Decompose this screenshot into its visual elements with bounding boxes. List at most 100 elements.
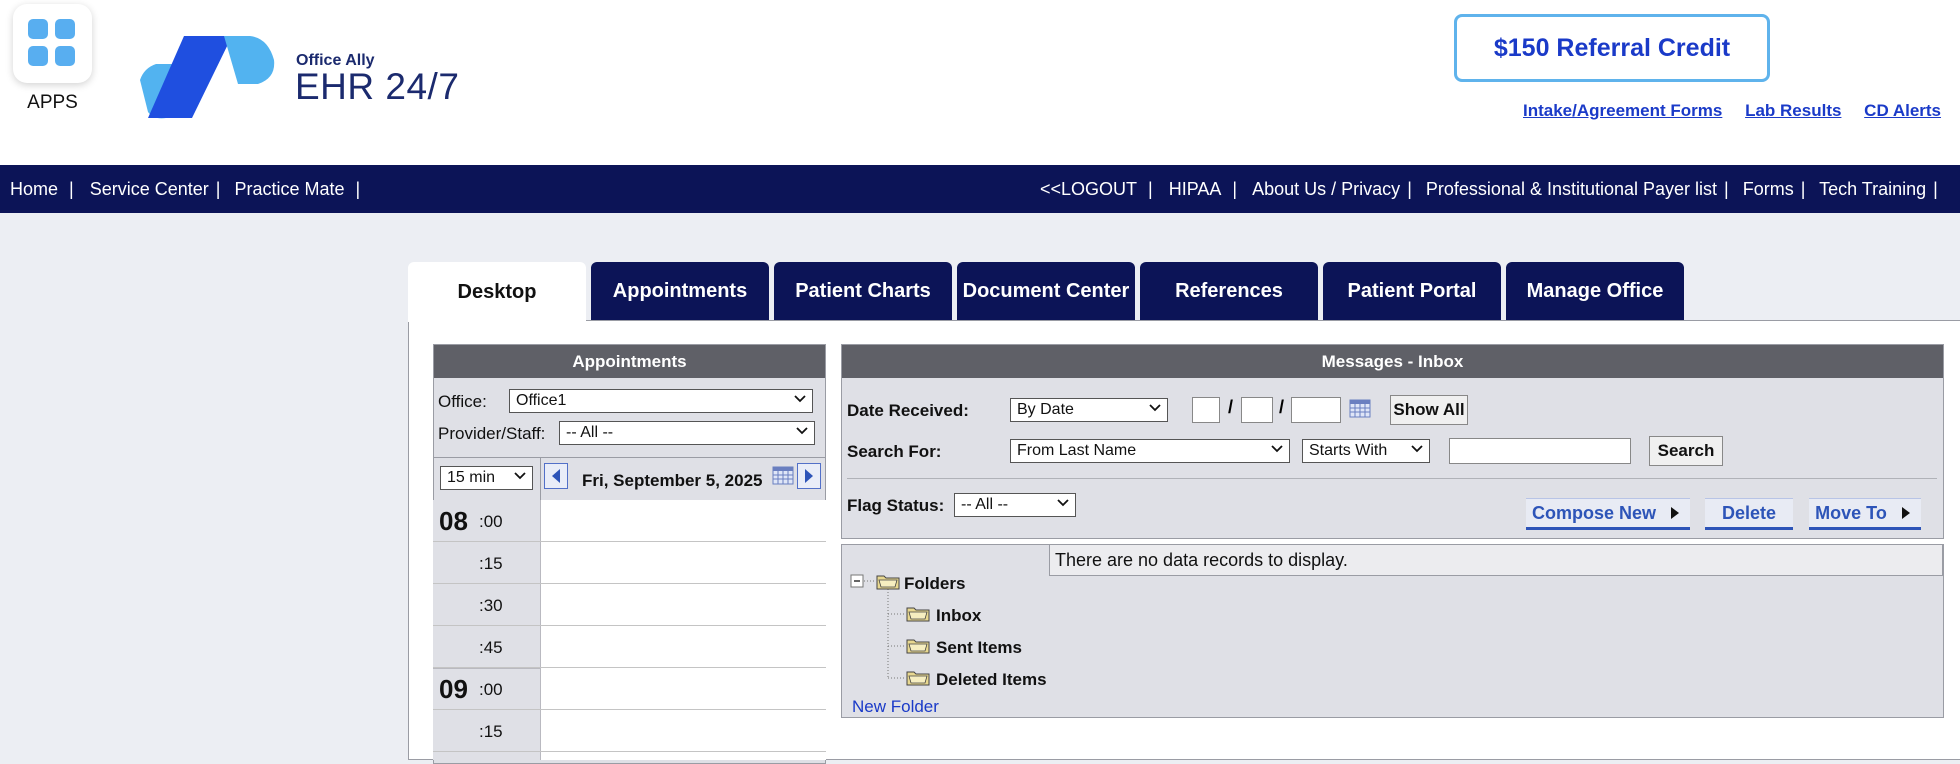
arrow-right-icon [805, 469, 813, 483]
nav-forms[interactable]: Forms [1743, 179, 1794, 199]
referral-credit-button[interactable]: $150 Referral Credit [1454, 14, 1770, 82]
main-nav: Home | Service Center | Practice Mate | <<L… [0, 165, 1960, 213]
date-received-label: Date Received: [847, 401, 969, 420]
appointments-title: Appointments [434, 345, 825, 378]
search-mode-select[interactable]: Starts With [1302, 439, 1430, 463]
nav-separator: | [1800, 179, 1806, 199]
chevron-down-icon [1271, 445, 1283, 453]
nav-practice-mate[interactable]: Practice Mate [234, 179, 344, 199]
provider-label: Provider/Staff: [438, 424, 546, 443]
apps-grid-icon [55, 19, 75, 39]
apps-grid-icon [28, 46, 48, 66]
chevron-down-icon [514, 472, 526, 480]
flag-status-select[interactable]: -- All -- [954, 493, 1076, 517]
calendar-icon[interactable] [1349, 398, 1371, 418]
chevron-down-icon [1149, 404, 1161, 412]
date-received-value: By Date [1017, 401, 1074, 418]
office-select-value: Office1 [516, 392, 567, 409]
search-field-select[interactable]: From Last Name [1010, 439, 1290, 463]
hour-divider [433, 668, 541, 669]
divider [434, 457, 825, 458]
minute-label: :30 [479, 596, 503, 615]
nav-about-privacy[interactable]: About Us / Privacy [1252, 179, 1400, 199]
logo-product-text: EHR 24/7 [295, 66, 460, 107]
nav-payer-list[interactable]: Professional & Institutional Payer list [1426, 179, 1717, 199]
chevron-down-icon [1057, 499, 1069, 507]
folder-deleted-items[interactable]: Deleted Items [936, 670, 1047, 690]
search-input[interactable] [1449, 438, 1631, 464]
folder-inbox[interactable]: Inbox [936, 606, 981, 626]
prev-day-button[interactable] [544, 463, 568, 489]
delete-button[interactable]: Delete [1705, 498, 1793, 530]
nav-separator: | [1933, 179, 1938, 199]
new-folder-link[interactable]: New Folder [852, 697, 939, 717]
calendar-icon[interactable] [772, 465, 794, 485]
appointment-date: Fri, September 5, 2025 [582, 471, 763, 490]
appointment-time-grid: 08 :00 :15 :30 :45 09 :00 :15 [433, 500, 826, 760]
tab-patient-portal[interactable]: Patient Portal [1323, 262, 1501, 320]
arrow-left-icon [552, 469, 560, 483]
minute-label: :15 [479, 554, 503, 573]
provider-select-value: -- All -- [566, 424, 614, 441]
nav-separator: | [69, 179, 74, 199]
compose-new-label: Compose New [1531, 502, 1657, 523]
link-intake-forms[interactable]: Intake/Agreement Forms [1523, 101, 1722, 120]
nav-tech-training[interactable]: Tech Training [1819, 179, 1926, 199]
office-select[interactable]: Office1 [509, 389, 813, 413]
date-day-input[interactable] [1241, 397, 1273, 423]
nav-separator: | [355, 179, 361, 199]
show-all-button[interactable]: Show All [1390, 395, 1468, 425]
folder-icon [906, 607, 930, 622]
folders-root-icon [876, 575, 900, 590]
apps-grid-icon [55, 46, 75, 66]
tab-patient-charts[interactable]: Patient Charts [774, 262, 952, 320]
hour-label: 08 [439, 506, 468, 536]
folder-sent-items[interactable]: Sent Items [936, 638, 1022, 658]
nav-hipaa[interactable]: HIPAA [1169, 179, 1222, 199]
provider-select[interactable]: -- All -- [559, 421, 815, 445]
flag-status-label: Flag Status: [847, 496, 945, 515]
folders-root[interactable]: Folders [904, 574, 965, 594]
date-separator: / [1228, 397, 1234, 417]
date-month-input[interactable] [1192, 397, 1220, 423]
tab-references[interactable]: References [1140, 262, 1318, 320]
tab-manage-office[interactable]: Manage Office [1506, 262, 1684, 320]
apps-grid-icon [28, 19, 48, 39]
date-year-input[interactable] [1291, 397, 1341, 423]
minute-label: :15 [479, 722, 503, 741]
hour-label: 09 [439, 674, 468, 704]
tree-branches [888, 613, 904, 679]
top-links: Intake/Agreement Forms Lab Results CD Al… [1523, 101, 1960, 121]
tab-appointments[interactable]: Appointments [591, 262, 769, 320]
search-mode-value: Starts With [1309, 442, 1388, 459]
next-day-button[interactable] [797, 463, 821, 489]
compose-new-button[interactable]: Compose New [1526, 498, 1690, 530]
link-lab-results[interactable]: Lab Results [1745, 101, 1841, 120]
nav-logout[interactable]: <<LOGOUT [1040, 179, 1137, 199]
tab-desktop[interactable]: Desktop [408, 262, 586, 322]
chevron-down-icon [794, 395, 806, 403]
date-separator: / [1279, 397, 1285, 417]
move-to-button[interactable]: Move To [1809, 498, 1921, 530]
apps-label: APPS [27, 92, 78, 113]
interval-select[interactable]: 15 min [440, 466, 533, 490]
flag-status-value: -- All -- [961, 496, 1009, 513]
link-cd-alerts[interactable]: CD Alerts [1864, 101, 1941, 120]
search-field-value: From Last Name [1017, 442, 1137, 459]
chevron-down-icon [796, 427, 808, 435]
date-received-select[interactable]: By Date [1010, 398, 1168, 422]
nav-service-center[interactable]: Service Center [90, 179, 209, 199]
nav-separator: | [1407, 179, 1412, 199]
office-ally-logo-icon [140, 36, 275, 119]
tab-document-center[interactable]: Document Center [957, 262, 1135, 320]
interval-select-value: 15 min [447, 469, 496, 486]
nav-separator: | [1232, 179, 1238, 199]
caret-right-icon [1671, 507, 1680, 519]
nav-home[interactable]: Home [10, 179, 58, 199]
apps-button[interactable] [13, 4, 92, 83]
nav-separator: | [1148, 179, 1153, 199]
minute-label: :00 [479, 680, 503, 699]
search-button[interactable]: Search [1649, 436, 1723, 466]
move-to-label: Move To [1815, 502, 1887, 523]
caret-right-icon [1901, 507, 1910, 519]
